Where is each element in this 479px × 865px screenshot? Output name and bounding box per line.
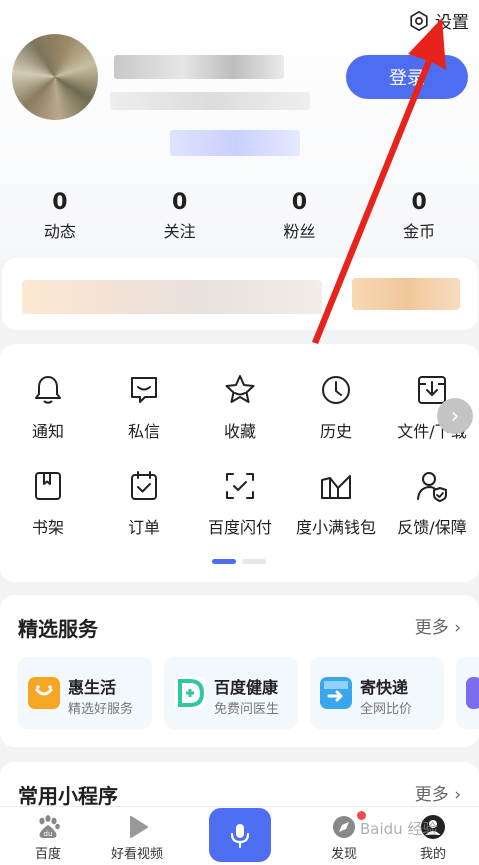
order-icon — [131, 471, 157, 500]
service-card-health[interactable]: 百度健康 免费问医生 — [164, 657, 298, 729]
bookshelf-icon — [35, 472, 61, 500]
tab-label: 我的 — [419, 847, 446, 862]
stat-label: 粉丝 — [283, 222, 316, 241]
banner-text-blurred — [22, 280, 322, 314]
chevron-right-icon: › — [454, 785, 461, 805]
tool-favorites[interactable]: 收藏 — [192, 372, 288, 442]
page-dot — [242, 559, 266, 564]
settings-label: 设置 — [435, 13, 469, 33]
member-banner[interactable] — [2, 258, 478, 330]
vip-badge-blurred[interactable] — [170, 130, 300, 156]
tool-flash-pay[interactable]: 百度闪付 — [192, 468, 288, 538]
stat-coins[interactable]: 0 金币 — [359, 190, 479, 242]
card-title: 百度健康 — [214, 678, 279, 697]
tool-label: 度小满钱包 — [295, 518, 376, 537]
tab-baidu[interactable]: du 百度 — [0, 807, 96, 862]
stat-value: 0 — [411, 190, 427, 215]
next-page-button[interactable]: › — [437, 398, 473, 434]
card-title: 寄快递 — [360, 678, 409, 697]
tool-label: 通知 — [31, 422, 64, 441]
settings-button[interactable]: 设置 — [408, 8, 469, 33]
stat-label: 动态 — [43, 222, 76, 241]
user-subtitle-blurred — [110, 92, 310, 110]
card-subtitle: 精选好服务 — [68, 702, 134, 717]
stat-label: 金币 — [403, 222, 436, 241]
card-title: 惠生活 — [68, 678, 117, 697]
chevron-right-icon: › — [454, 618, 461, 638]
tool-label: 私信 — [127, 422, 160, 441]
star-icon — [225, 375, 255, 403]
login-button[interactable]: 登录 — [346, 55, 468, 99]
tool-bookshelf[interactable]: 书架 — [0, 468, 96, 538]
health-d-icon — [174, 677, 206, 709]
card-subtitle: 全网比价 — [360, 702, 413, 717]
play-icon — [130, 816, 148, 838]
more-link[interactable]: 更多 › — [415, 780, 461, 805]
scan-pay-icon — [226, 473, 254, 499]
tool-label: 书架 — [31, 518, 64, 537]
tab-video[interactable]: 好看视频 — [89, 807, 185, 862]
tools-panel: 通知 私信 收藏 历史 文件/下载 书架 订单 百度闪付 度小满钱包 反馈/保障 — [0, 344, 479, 582]
tool-label: 订单 — [127, 518, 160, 537]
clock-icon — [322, 376, 350, 404]
more-label: 更多 — [414, 618, 449, 638]
tool-orders[interactable]: 订单 — [96, 468, 192, 538]
service-icon-partial — [466, 677, 479, 709]
stat-label: 关注 — [163, 222, 196, 241]
service-card-partial[interactable] — [456, 657, 479, 729]
tool-feedback[interactable]: 反馈/保障 — [384, 468, 479, 538]
hexagon-gear-icon — [410, 10, 428, 31]
page-indicator — [212, 559, 266, 564]
service-card-express[interactable]: 寄快递 全网比价 — [310, 657, 444, 729]
username-blurred — [114, 55, 284, 79]
featured-services: 精选服务 更多 › 惠生活 精选好服务 百度健康 免费问医生 寄快递 全网比价 — [0, 595, 479, 747]
tab-label: 发现 — [330, 847, 357, 862]
stat-value: 0 — [171, 190, 188, 215]
more-label: 更多 — [414, 785, 449, 805]
parcel-icon — [320, 677, 352, 709]
more-link[interactable]: 更多 › — [415, 613, 461, 638]
stats-row: 0 动态 0 关注 0 粉丝 0 金币 — [0, 190, 479, 242]
compass-icon — [333, 816, 355, 838]
tool-history[interactable]: 历史 — [288, 372, 384, 442]
tool-notifications[interactable]: 通知 — [0, 372, 96, 442]
tool-wallet[interactable]: 度小满钱包 — [288, 468, 384, 538]
stat-value: 0 — [52, 190, 68, 215]
service-card-life[interactable]: 惠生活 精选好服务 — [18, 657, 152, 729]
section-title: 常用小程序 — [18, 784, 118, 808]
wallet-icon — [321, 475, 351, 499]
microphone-icon — [230, 824, 250, 849]
tool-label: 收藏 — [223, 422, 256, 441]
baidu-paw-icon: du — [39, 815, 60, 838]
svg-text:du: du — [44, 830, 53, 838]
voice-search-button[interactable] — [209, 808, 271, 862]
feedback-icon — [417, 472, 447, 502]
watermark: Baidu 经验 — [360, 820, 438, 838]
tool-messages[interactable]: 私信 — [96, 372, 192, 442]
tool-label: 反馈/保障 — [397, 518, 467, 537]
avatar[interactable] — [12, 34, 98, 120]
tool-label: 历史 — [319, 422, 352, 441]
page-dot-active — [212, 559, 236, 564]
tab-label: 好看视频 — [110, 847, 163, 862]
stat-following[interactable]: 0 关注 — [120, 190, 240, 242]
stat-posts[interactable]: 0 动态 — [0, 190, 120, 242]
bell-icon — [35, 376, 61, 404]
section-title: 精选服务 — [18, 617, 98, 641]
card-subtitle: 免费问医生 — [214, 702, 280, 717]
smile-bag-icon — [28, 677, 60, 709]
message-icon — [131, 377, 157, 403]
stat-followers[interactable]: 0 粉丝 — [240, 190, 360, 242]
tab-label: 百度 — [34, 847, 61, 862]
tool-label: 百度闪付 — [207, 518, 272, 537]
stat-value: 0 — [291, 190, 308, 215]
banner-button-blurred — [352, 278, 460, 310]
